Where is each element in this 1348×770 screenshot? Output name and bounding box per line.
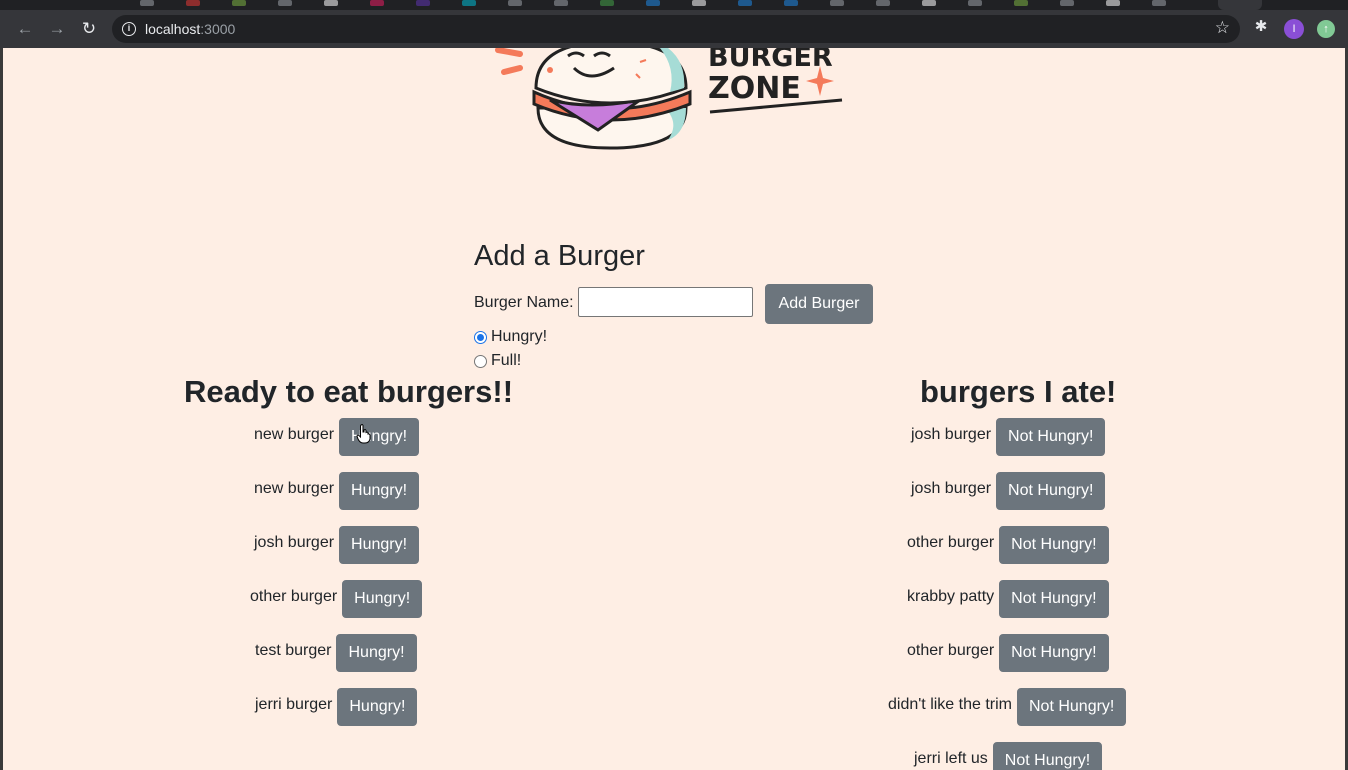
tab-favicon[interactable] — [784, 0, 798, 6]
hungry-button[interactable]: Hungry! — [339, 526, 420, 564]
url-host: localhost — [145, 21, 201, 37]
burger-name: other burger — [907, 534, 995, 551]
tab-favicon[interactable] — [968, 0, 982, 6]
tab-favicon[interactable] — [1014, 0, 1028, 6]
tab-favicon[interactable] — [416, 0, 430, 6]
list-item: other burger Hungry! — [250, 580, 423, 618]
radio-full[interactable] — [474, 354, 487, 368]
burger-name: krabby patty — [907, 588, 995, 605]
hungry-button[interactable]: Hungry! — [339, 472, 420, 510]
url-port: :3000 — [200, 21, 236, 37]
tab-favicon[interactable] — [738, 0, 752, 6]
info-icon[interactable]: i — [122, 22, 136, 36]
burger-name: jerri left us — [914, 750, 988, 767]
list-item: josh burger Not Hungry! — [911, 418, 1106, 456]
bookmark-star-icon[interactable]: ☆ — [1215, 18, 1230, 38]
hungry-button[interactable]: Hungry! — [342, 580, 423, 618]
logo-text-zone: ZONE — [708, 71, 801, 106]
browser-toolbar: ← → ↻ i localhost:3000 ☆ — [0, 10, 1348, 48]
burger-zone-logo: BURGER ZONE — [495, 48, 843, 150]
list-item: didn't like the trim Not Hungry! — [888, 688, 1127, 726]
forward-arrow-icon[interactable]: → — [46, 18, 68, 40]
burger-name: josh burger — [911, 426, 992, 443]
tab-favicon[interactable] — [278, 0, 292, 6]
list-item: test burger Hungry! — [255, 634, 417, 672]
reload-icon[interactable]: ↻ — [78, 18, 100, 40]
hungry-button[interactable]: Hungry! — [337, 688, 418, 726]
tab-strip — [0, 0, 1348, 10]
active-tab[interactable] — [1218, 0, 1262, 10]
list-item: other burger Not Hungry! — [907, 634, 1109, 672]
burger-name: new burger — [254, 480, 335, 497]
radio-full-option[interactable]: Full! — [474, 352, 521, 370]
tab-favicon[interactable] — [1060, 0, 1074, 6]
tab-favicon[interactable] — [830, 0, 844, 6]
not-hungry-button[interactable]: Not Hungry! — [996, 472, 1106, 510]
list-item: new burger Hungry! — [254, 472, 420, 510]
list-item: josh burger Hungry! — [254, 526, 420, 564]
radio-hungry-option[interactable]: Hungry! — [474, 328, 547, 346]
tab-favicon[interactable] — [462, 0, 476, 6]
hungry-button[interactable]: Hungry! — [339, 418, 420, 456]
list-item: krabby patty Not Hungry! — [907, 580, 1109, 618]
burger-name: josh burger — [254, 534, 335, 551]
burger-name: jerri burger — [255, 696, 333, 713]
logo-text-burger: BURGER — [708, 48, 833, 73]
tab-favicon[interactable] — [186, 0, 200, 6]
list-item: jerri left us Not Hungry! — [914, 742, 1103, 770]
radio-hungry-label: Hungry! — [491, 328, 548, 345]
extensions-puzzle-icon[interactable]: ✱ — [1252, 18, 1270, 36]
not-hungry-button[interactable]: Not Hungry! — [1017, 688, 1127, 726]
profile-avatar[interactable]: I — [1284, 19, 1304, 39]
tab-favicon[interactable] — [1106, 0, 1120, 6]
list-item: new burger Hungry! — [254, 418, 420, 456]
list-item: jerri burger Hungry! — [255, 688, 418, 726]
burger-name: josh burger — [911, 480, 992, 497]
tab-favicon[interactable] — [922, 0, 936, 6]
list-item: other burger Not Hungry! — [907, 526, 1109, 564]
tab-favicon[interactable] — [692, 0, 706, 6]
not-hungry-button[interactable]: Not Hungry! — [992, 742, 1103, 770]
back-arrow-icon[interactable]: ← — [14, 18, 36, 40]
hungry-button[interactable]: Hungry! — [336, 634, 417, 672]
tab-favicon[interactable] — [324, 0, 338, 6]
burger-name: new burger — [254, 426, 335, 443]
radio-hungry[interactable] — [474, 330, 487, 344]
tab-favicon[interactable] — [140, 0, 154, 6]
burger-name: other burger — [250, 588, 338, 605]
burger-name: test burger — [255, 642, 332, 659]
burger-name-input[interactable] — [578, 287, 753, 317]
eaten-heading: burgers I ate! — [920, 374, 1117, 409]
hand-cursor-icon — [356, 424, 371, 444]
tab-favicon[interactable] — [508, 0, 522, 6]
tab-favicon[interactable] — [370, 0, 384, 6]
burger-name: didn't like the trim — [888, 696, 1012, 713]
list-item: josh burger Not Hungry! — [911, 472, 1106, 510]
not-hungry-button[interactable]: Not Hungry! — [996, 418, 1106, 456]
address-bar[interactable]: i localhost:3000 ☆ — [112, 15, 1240, 43]
burger-name-label: Burger Name: — [474, 294, 574, 311]
tab-favicon[interactable] — [1152, 0, 1166, 6]
page-frame-left — [0, 48, 3, 770]
ready-heading: Ready to eat burgers!! — [184, 374, 514, 409]
tab-favicon[interactable] — [876, 0, 890, 6]
not-hungry-button[interactable]: Not Hungry! — [999, 634, 1109, 672]
not-hungry-button[interactable]: Not Hungry! — [999, 580, 1109, 618]
burger-name: other burger — [907, 642, 995, 659]
tab-favicon[interactable] — [554, 0, 568, 6]
url-text[interactable]: localhost:3000 — [145, 21, 235, 37]
tab-favicon[interactable] — [600, 0, 614, 6]
update-arrow-icon[interactable]: ↑ — [1317, 20, 1335, 38]
not-hungry-button[interactable]: Not Hungry! — [999, 526, 1109, 564]
add-burger-title: Add a Burger — [474, 240, 645, 272]
add-burger-button[interactable]: Add Burger — [765, 284, 873, 324]
tab-favicon[interactable] — [232, 0, 246, 6]
radio-full-label: Full! — [491, 352, 522, 369]
tab-favicon[interactable] — [646, 0, 660, 6]
